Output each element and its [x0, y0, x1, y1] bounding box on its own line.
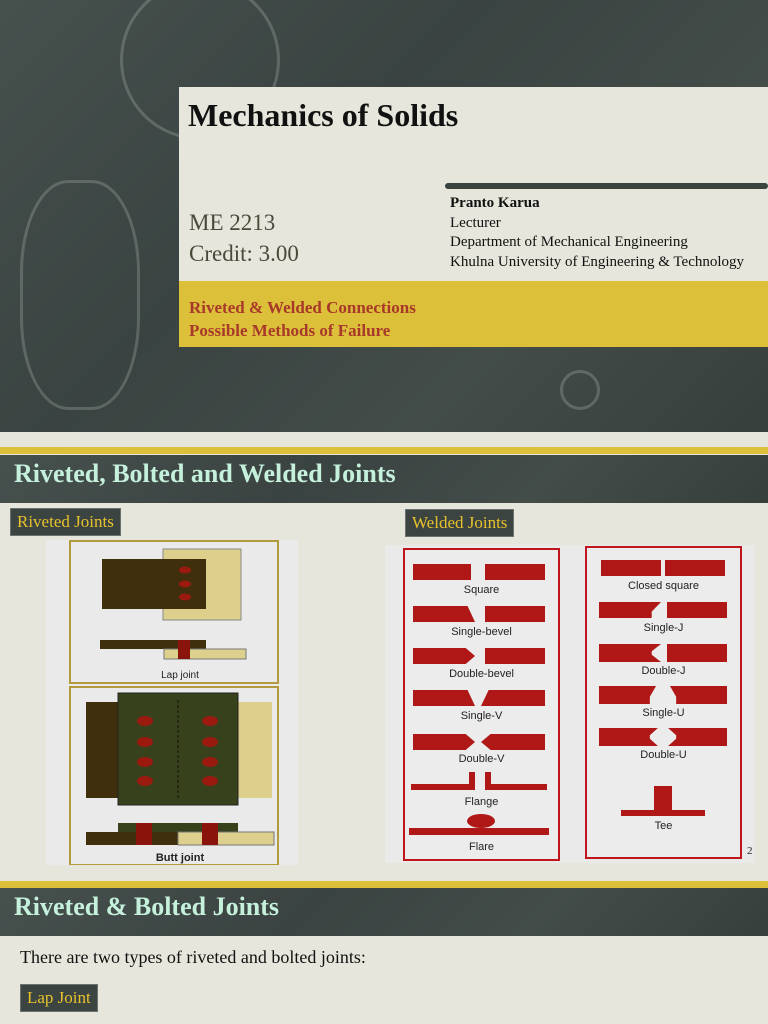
author-name: Pranto Karua	[450, 195, 540, 211]
accent-stripe	[0, 446, 768, 454]
topic: Possible Methods of Failure	[189, 321, 391, 340]
weld-label: Closed square	[628, 580, 699, 592]
slide-heading: Riveted, Bolted and Welded Joints	[0, 455, 768, 503]
accent-stripe	[0, 880, 768, 888]
lap-caption: Lap joint	[161, 670, 199, 681]
author-department: Department of Mechanical Engineering	[450, 234, 688, 250]
slide-heading: Riveted & Bolted Joints	[0, 888, 768, 936]
weld-label: Single-bevel	[451, 626, 512, 638]
presentation-title: Mechanics of Solids	[188, 97, 459, 133]
welded-joints-label: Welded Joints	[405, 509, 515, 537]
course-credit: Credit: 3.00	[189, 241, 299, 266]
author-university: Khulna University of Engineering & Techn…	[450, 253, 745, 270]
weld-label: Square	[463, 584, 500, 596]
microscope-doodle	[20, 180, 140, 410]
weld-label: Flare	[468, 841, 495, 853]
author-block: Pranto Karua Lecturer Department of Mech…	[450, 194, 744, 272]
weld-label: Single-V	[460, 710, 503, 722]
weld-label: Single-U	[642, 707, 685, 719]
weld-label: Single-J	[643, 622, 684, 634]
topics-band: Riveted & Welded Connections Possible Me…	[179, 281, 768, 347]
weld-label: Double-J	[641, 665, 686, 677]
riveted-joints-figure: Lap joint Butt joint	[46, 540, 298, 866]
weld-label: Double-bevel	[449, 668, 514, 680]
riveted-joints-diagram: Lap joint Butt joint	[69, 540, 279, 866]
course-info: ME 2213 Credit: 3.00	[189, 207, 299, 269]
weld-types-right: Closed square Single-J Double-J Single-U…	[585, 546, 742, 859]
topic: Riveted & Welded Connections	[189, 298, 416, 317]
weld-label: Double-U	[640, 749, 687, 761]
author-role: Lecturer	[450, 214, 501, 231]
butt-caption: Butt joint	[156, 852, 205, 864]
lap-joint-label: Lap Joint	[20, 984, 98, 1012]
page-number: 2	[747, 845, 753, 857]
intro-text: There are two types of riveted and bolte…	[20, 947, 366, 967]
weld-label: Tee	[654, 820, 673, 832]
weld-types-left: Square Single-bevel Double-bevel Single-…	[403, 548, 560, 861]
percent-doodle	[560, 370, 600, 410]
weld-label: Flange	[464, 796, 499, 808]
weld-label: Double-V	[458, 753, 505, 765]
riveted-joints-label: Riveted Joints	[10, 508, 121, 536]
divider	[445, 183, 768, 189]
course-code: ME 2213	[189, 210, 276, 235]
